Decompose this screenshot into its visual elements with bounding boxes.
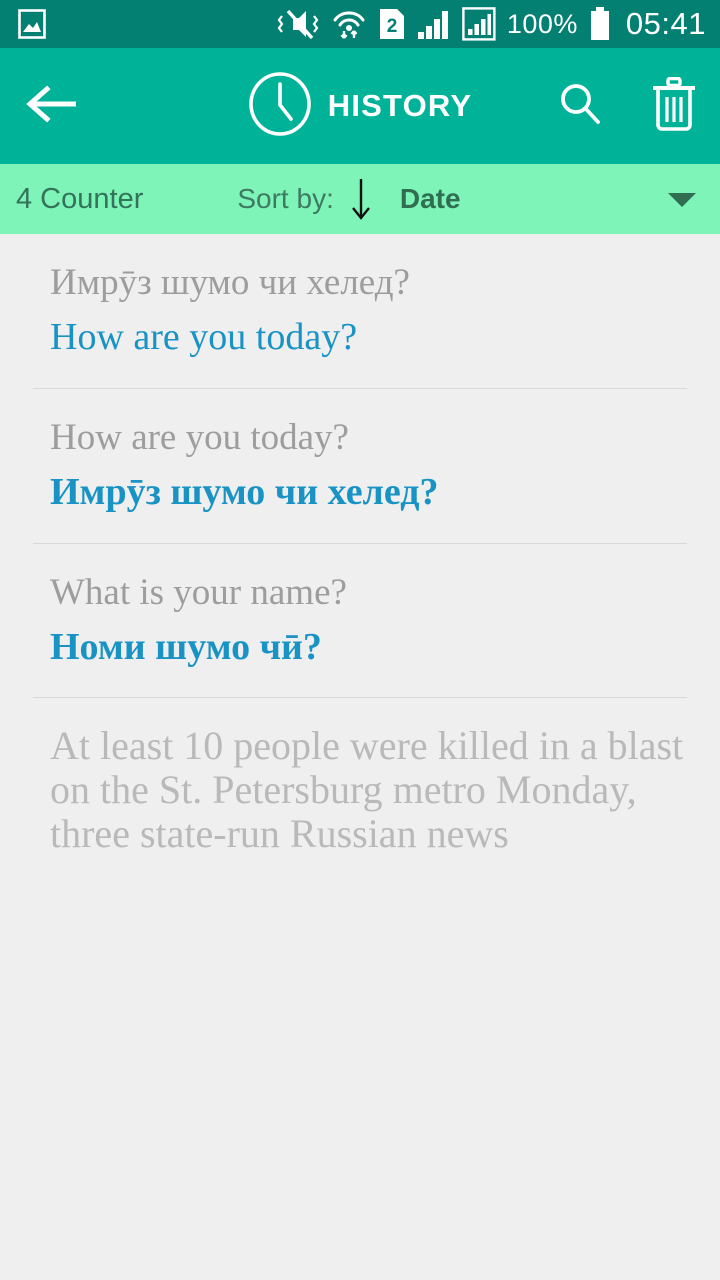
search-button[interactable] — [556, 80, 604, 133]
history-item[interactable]: Имрӯз шумо чи хелед? How are you today? — [0, 234, 720, 362]
back-button[interactable] — [24, 83, 80, 130]
back-arrow-icon — [24, 83, 80, 130]
status-bar: 2 100% 05:41 — [0, 0, 720, 48]
delete-all-button[interactable] — [650, 76, 698, 136]
battery-percent-label: 100% — [506, 8, 578, 39]
trash-icon — [650, 76, 698, 136]
history-item-target: Номи шумо чӣ? — [50, 625, 322, 668]
history-item[interactable]: At least 10 people were killed in a blas… — [0, 698, 720, 856]
history-list[interactable]: Имрӯз шумо чи хелед? How are you today? … — [0, 234, 720, 856]
app-root: 2 100% 05:41 HISTORY 4 Counter Sort by: … — [0, 0, 720, 1280]
history-item[interactable]: How are you today? Имрӯз шумо чи хелед? — [0, 389, 720, 517]
history-counter-label: 4 Counter — [16, 182, 144, 215]
history-item-source: How are you today? — [50, 416, 349, 458]
sort-control[interactable]: Sort by: Date — [237, 175, 461, 223]
history-item-source: What is your name? — [50, 571, 347, 613]
mute-vibrate-icon — [276, 7, 320, 41]
page-title: HISTORY — [327, 88, 473, 123]
sim2-icon: 2 — [378, 8, 406, 40]
clock-icon — [248, 71, 312, 141]
svg-text:2: 2 — [387, 16, 398, 37]
wifi-data-icon — [331, 7, 367, 41]
signal-bars-boxed-icon — [462, 7, 496, 41]
history-item-source: At least 10 people were killed in a blas… — [50, 723, 684, 856]
app-bar-actions — [556, 76, 698, 136]
search-icon — [556, 80, 604, 133]
sort-value-label: Date — [399, 183, 461, 214]
status-bar-right: 2 100% 05:41 — [276, 6, 706, 42]
chevron-down-icon[interactable] — [666, 189, 698, 209]
status-bar-left — [18, 9, 46, 39]
app-bar: HISTORY — [0, 48, 720, 164]
status-bar-clock: 05:41 — [625, 6, 706, 41]
image-icon — [18, 9, 46, 39]
history-item-source: Имрӯз шумо чи хелед? — [50, 262, 410, 303]
sort-bar: 4 Counter Sort by: Date — [0, 164, 720, 234]
arrow-down-icon[interactable] — [348, 175, 374, 223]
signal-bars-icon — [417, 8, 451, 40]
history-item[interactable]: What is your name? Номи шумо чӣ? — [0, 544, 720, 672]
history-item-target: How are you today? — [50, 316, 358, 359]
battery-full-icon — [589, 7, 611, 41]
sort-by-label: Sort by: — [237, 183, 334, 214]
history-item-target: Имрӯз шумо чи хелед? — [50, 471, 439, 513]
